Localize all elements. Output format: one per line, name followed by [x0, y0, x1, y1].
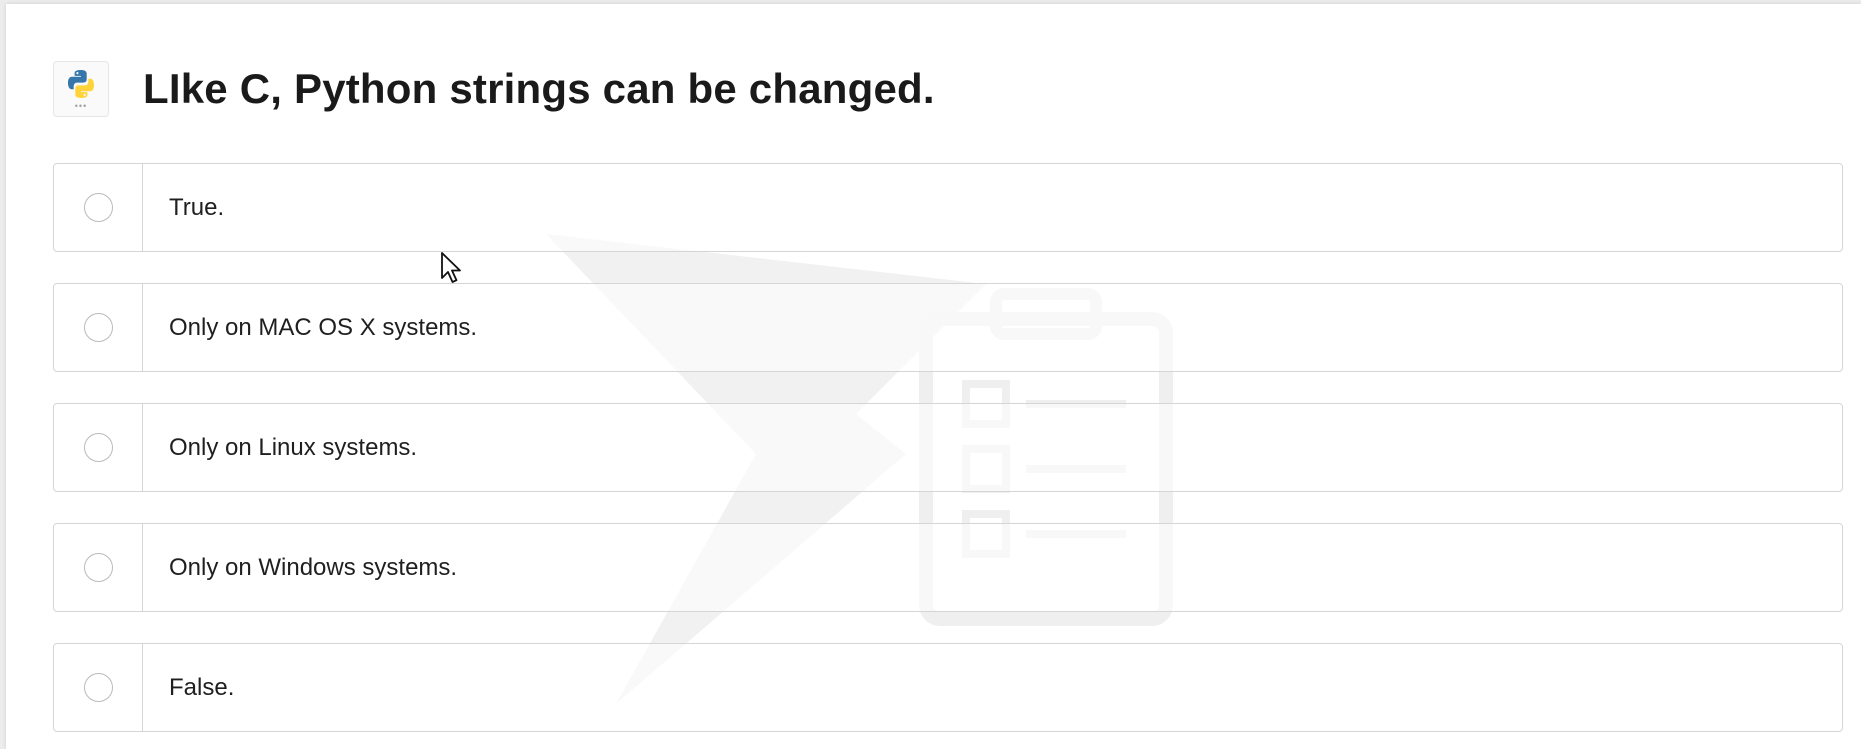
answer-option-true[interactable]: True. [53, 163, 1843, 252]
quiz-card: ••• LIke C, Python strings can be change… [6, 4, 1861, 749]
question-text: LIke C, Python strings can be changed. [143, 65, 935, 112]
logo-dots: ••• [74, 101, 88, 111]
answer-option-linux[interactable]: Only on Linux systems. [53, 403, 1843, 492]
radio-cell [54, 404, 143, 491]
radio-cell [54, 284, 143, 371]
option-label: False. [169, 673, 235, 701]
radio-cell [54, 524, 143, 611]
answer-options: True. Only on MAC OS X systems. Only on … [53, 163, 1843, 732]
radio-button[interactable] [83, 553, 113, 582]
radio-button[interactable] [83, 313, 113, 342]
python-logo-icon: ••• [53, 61, 109, 117]
option-label: True. [169, 193, 225, 221]
option-label: Only on MAC OS X systems. [169, 313, 478, 341]
radio-cell [54, 644, 143, 731]
option-label: Only on Windows systems. [169, 553, 458, 581]
radio-button[interactable] [83, 673, 113, 702]
question-header: ••• LIke C, Python strings can be change… [53, 56, 935, 122]
answer-option-windows[interactable]: Only on Windows systems. [53, 523, 1843, 612]
radio-cell [54, 164, 143, 251]
answer-option-mac-os-x[interactable]: Only on MAC OS X systems. [53, 283, 1843, 372]
radio-button[interactable] [83, 193, 113, 222]
option-label: Only on Linux systems. [169, 433, 418, 461]
radio-button[interactable] [83, 433, 113, 462]
answer-option-false[interactable]: False. [53, 643, 1843, 732]
